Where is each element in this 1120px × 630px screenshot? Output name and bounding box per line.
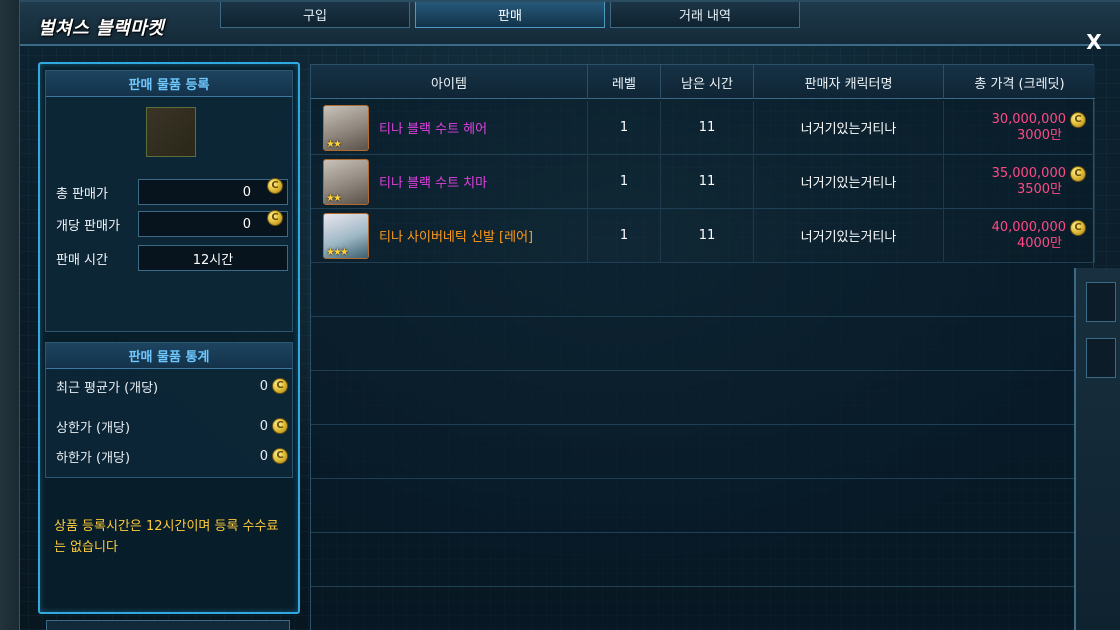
remaining-cell: 11: [661, 154, 754, 209]
empty-row: [311, 425, 1095, 479]
table-row[interactable]: ★★ 티나 블랙 수트 치마 1 11 너거기있는거티나 35,000,000 …: [311, 154, 1095, 209]
stat-row-average: 최근 평균가 (개당) 0 C: [56, 375, 288, 397]
seller-cell: 너거기있는거티나: [754, 100, 944, 155]
stat-value-group: 0 C: [260, 418, 288, 434]
empty-row: [311, 263, 1095, 317]
stats-section: 판매 물품 통계 최근 평균가 (개당) 0 C 상한가 (개당) 0 C 하한…: [45, 342, 293, 478]
shoes-item-icon: ★★★: [323, 212, 369, 259]
window-title: 벌쳐스 블랙마켓: [38, 18, 165, 39]
price-line: 35,000,000 C: [991, 165, 1086, 182]
price-short: 4000만: [1016, 235, 1062, 251]
duration-row: 판매 시간 12시간: [56, 245, 288, 271]
close-icon: X: [1086, 30, 1102, 54]
total-price-label: 총 판매가: [56, 186, 108, 202]
item-drop-slot[interactable]: [146, 107, 196, 157]
unit-price-row: 개당 판매가 0 C: [56, 210, 288, 237]
seller-cell: 너거기있는거티나: [754, 154, 944, 209]
item-name: 티나 블랙 수트 치마: [379, 176, 488, 191]
skirt-item-icon: ★★: [323, 158, 369, 205]
empty-row: [311, 317, 1095, 371]
price-line: 30,000,000 C: [991, 111, 1086, 128]
col-header-item[interactable]: 아이템: [311, 65, 588, 99]
empty-row: [311, 371, 1095, 425]
registration-notice: 상품 등록시간은 12시간이며 등록 수수료는 없습니다: [54, 519, 279, 555]
stats-header: 판매 물품 통계: [46, 343, 292, 369]
price-value: 35,000,000: [991, 165, 1066, 181]
table-header: 아이템 레벨 남은 시간 판매자 캐릭터명 총 가격 (크레딧): [311, 65, 1095, 99]
item-cell: ★★★ 티나 사이버네틱 신발 [레어]: [311, 208, 588, 263]
stat-label: 최근 평균가 (개당): [56, 380, 159, 396]
close-button[interactable]: X: [1084, 30, 1104, 54]
side-decoration: [1086, 338, 1116, 378]
total-price-input[interactable]: 0 C: [138, 178, 288, 205]
level-cell: 1: [588, 208, 661, 263]
duration-label: 판매 시간: [56, 252, 108, 268]
price-value: 30,000,000: [991, 111, 1066, 127]
stat-label: 상한가 (개당): [56, 420, 131, 436]
coin-icon: C: [272, 448, 288, 464]
col-header-level[interactable]: 레벨: [588, 65, 661, 99]
registration-section: 판매 물품 등록 총 판매가 0 C 개당 판매가 0 C 판매 시간 12시간: [45, 70, 293, 332]
title-bar: 벌쳐스 블랙마켓 구입 판매 거래 내역: [20, 2, 1120, 46]
item-cell: ★★ 티나 블랙 수트 헤어: [311, 100, 588, 155]
price-value: 40,000,000: [991, 219, 1066, 235]
stat-value: 0: [259, 448, 268, 464]
stat-value-group: 0 C: [260, 448, 288, 464]
tab-sell[interactable]: 판매: [415, 2, 605, 28]
bottom-panel-tab[interactable]: [46, 620, 290, 630]
table-row[interactable]: ★★★ 티나 사이버네틱 신발 [레어] 1 11 너거기있는거티나 40,00…: [311, 208, 1095, 263]
level-cell: 1: [588, 154, 661, 209]
right-side-panel-edge: [1074, 268, 1120, 630]
price-short: 3000만: [1016, 127, 1062, 143]
seller-cell: 너거기있는거티나: [754, 208, 944, 263]
price-short: 3500만: [1016, 181, 1062, 197]
coin-icon: C: [272, 418, 288, 434]
price-cell: 30,000,000 C 3000만: [944, 100, 1095, 155]
side-decoration: [1086, 282, 1116, 322]
tab-history[interactable]: 거래 내역: [610, 2, 800, 28]
left-edge-strip: [0, 0, 20, 630]
table-row[interactable]: ★★ 티나 블랙 수트 헤어 1 11 너거기있는거티나 30,000,000 …: [311, 100, 1095, 155]
total-price-row: 총 판매가 0 C: [56, 178, 288, 205]
duration-value: 12시간: [192, 252, 234, 268]
item-name: 티나 블랙 수트 헤어: [379, 122, 488, 137]
price-cell: 35,000,000 C 3500만: [944, 154, 1095, 209]
level-cell: 1: [588, 100, 661, 155]
unit-price-input[interactable]: 0 C: [138, 210, 288, 237]
stat-value-group: 0 C: [260, 378, 288, 394]
coin-icon: C: [272, 378, 288, 394]
price-line: 40,000,000 C: [991, 219, 1086, 236]
col-header-seller[interactable]: 판매자 캐릭터명: [754, 65, 944, 99]
unit-price-value: 0: [242, 216, 251, 232]
total-price-value: 0: [242, 184, 251, 200]
stat-label: 하한가 (개당): [56, 450, 131, 466]
empty-row: [311, 533, 1095, 587]
unit-price-label: 개당 판매가: [56, 218, 120, 234]
empty-row: [311, 479, 1095, 533]
sell-panel: 판매 물품 등록 총 판매가 0 C 개당 판매가 0 C 판매 시간 12시간…: [38, 62, 300, 614]
col-header-remaining[interactable]: 남은 시간: [661, 65, 754, 99]
coin-icon: C: [267, 178, 283, 194]
tab-buy[interactable]: 구입: [220, 2, 410, 28]
stat-row-max: 상한가 (개당) 0 C: [56, 415, 288, 437]
hair-item-icon: ★★: [323, 104, 369, 151]
duration-select[interactable]: 12시간: [138, 245, 288, 271]
coin-icon: C: [1070, 165, 1086, 182]
stat-row-min: 하한가 (개당) 0 C: [56, 445, 288, 467]
coin-icon: C: [1070, 111, 1086, 128]
remaining-cell: 11: [661, 100, 754, 155]
item-cell: ★★ 티나 블랙 수트 치마: [311, 154, 588, 209]
coin-icon: C: [1070, 219, 1086, 236]
registration-header: 판매 물품 등록: [46, 71, 292, 97]
col-header-price[interactable]: 총 가격 (크레딧): [944, 65, 1095, 99]
item-name: 티나 사이버네틱 신발 [레어]: [379, 230, 534, 245]
stat-value: 0: [259, 378, 268, 394]
remaining-cell: 11: [661, 208, 754, 263]
tab-bar: 구입 판매 거래 내역: [220, 2, 805, 28]
coin-icon: C: [267, 210, 283, 226]
price-cell: 40,000,000 C 4000만: [944, 208, 1095, 263]
listing-table: 아이템 레벨 남은 시간 판매자 캐릭터명 총 가격 (크레딧) ★★ 티나 블…: [310, 64, 1095, 630]
stat-value: 0: [259, 418, 268, 434]
black-market-window: 벌쳐스 블랙마켓 구입 판매 거래 내역 X 판매 물품 등록 총 판매가 0 …: [20, 0, 1120, 630]
